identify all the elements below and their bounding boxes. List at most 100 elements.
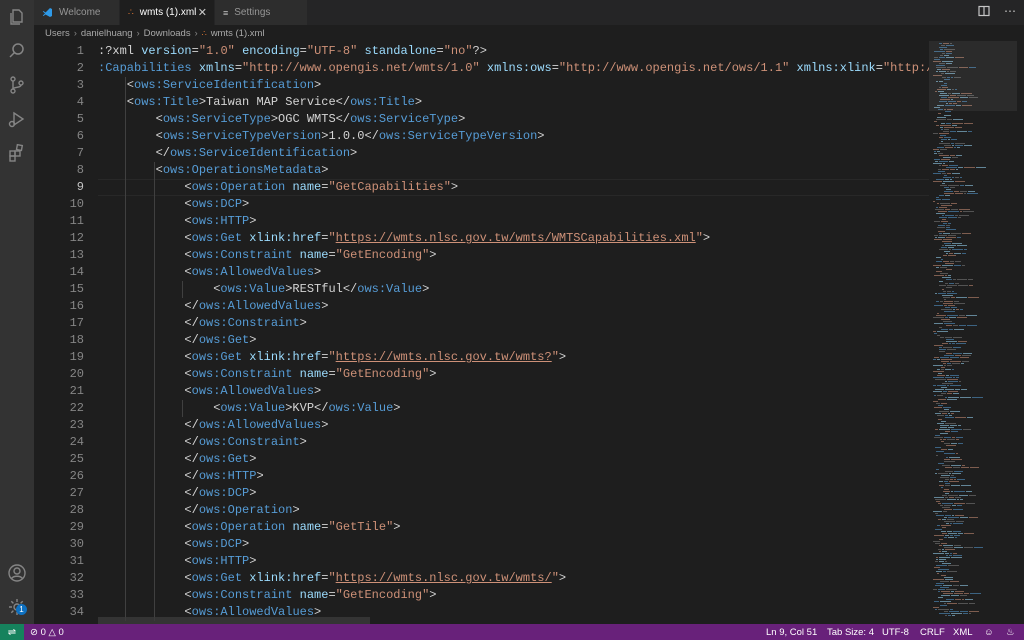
indent-guide — [182, 400, 184, 417]
code-line[interactable]: <ows:HTTP> — [98, 553, 256, 570]
code-line[interactable]: </ows:AllowedValues> — [98, 417, 328, 434]
line-number: 14 — [69, 265, 84, 279]
warning-count: 0 — [58, 626, 64, 638]
code-line[interactable]: <ows:AllowedValues> — [98, 383, 321, 400]
code-line[interactable]: </ows:Get> — [98, 451, 256, 468]
line-number: 27 — [69, 486, 84, 500]
code-line[interactable]: </ows:Operation> — [98, 502, 299, 519]
code-line[interactable]: </ows:ServiceIdentification> — [98, 145, 358, 162]
tab-settings[interactable]: ≡ Settings — [215, 0, 308, 25]
breadcrumb: Users › danielhuang › Downloads › ∴ wmts… — [34, 25, 1024, 41]
code-line[interactable]: </ows:HTTP> — [98, 468, 263, 485]
code-line[interactable]: <ows:OperationsMetadata> — [98, 162, 329, 179]
tab-welcome[interactable]: Welcome — [34, 0, 120, 25]
code-line[interactable]: <ows:Value>KVP</ows:Value> — [98, 400, 400, 417]
run-debug-icon[interactable] — [7, 109, 27, 129]
status-bar: ⇌ ⊘ 0 △ 0 Ln 9, Col 51 Tab Size: 4 UTF-8… — [0, 624, 1024, 640]
rss-icon: ∴ — [201, 28, 207, 38]
line-endings[interactable]: CRLF — [920, 624, 945, 640]
tab-label: Welcome — [59, 7, 101, 18]
code-line[interactable]: <ows:Get xlink:href="https://wmts.nlsc.g… — [98, 570, 566, 587]
activity-bar: 1 — [0, 0, 34, 624]
line-number: 1 — [76, 44, 84, 58]
encoding[interactable]: UTF-8 — [882, 624, 909, 640]
tab-label: Settings — [234, 7, 271, 18]
indent-guide — [182, 281, 184, 298]
line-number: 7 — [76, 146, 84, 160]
line-number: 4 — [76, 95, 84, 109]
line-number: 21 — [69, 384, 84, 398]
search-icon[interactable] — [7, 41, 27, 61]
code-line[interactable]: </ows:AllowedValues> — [98, 298, 328, 315]
code-line[interactable]: </ows:Constraint> — [98, 315, 306, 332]
code-line[interactable]: <ows:AllowedValues> — [98, 264, 321, 281]
code-line[interactable]: <ows:Constraint name="GetEncoding"> — [98, 587, 436, 604]
code-line[interactable]: <ows:Value>RESTful</ows:Value> — [98, 281, 429, 298]
problems-indicator[interactable]: ⊘ 0 △ 0 — [30, 624, 64, 640]
chevron-right-icon: › — [136, 28, 140, 38]
code-line[interactable]: <ows:ServiceTypeVersion>1.0.0</ows:Servi… — [98, 128, 545, 145]
breadcrumb-item[interactable]: Downloads — [144, 28, 191, 39]
code-line[interactable]: <ows:DCP> — [98, 536, 249, 553]
minimap[interactable] — [929, 41, 1017, 624]
notifications-icon[interactable]: ♨ — [1006, 624, 1015, 640]
code-line[interactable]: <ows:DCP> — [98, 196, 249, 213]
line-number: 23 — [69, 418, 84, 432]
code-line[interactable]: :Capabilities xmlns="http://www.opengis.… — [98, 60, 929, 77]
code-line[interactable]: <ows:Get xlink:href="https://wmts.nlsc.g… — [98, 349, 566, 366]
line-number: 25 — [69, 452, 84, 466]
code-line[interactable]: <ows:ServiceType>OGC WMTS</ows:ServiceTy… — [98, 111, 466, 128]
more-actions-icon[interactable]: ⋯ — [1004, 5, 1016, 17]
code-line[interactable]: </ows:Get> — [98, 332, 256, 349]
chevron-right-icon: › — [73, 28, 77, 38]
code-line[interactable]: <ows:Constraint name="GetEncoding"> — [98, 366, 436, 383]
line-number: 9 — [76, 180, 84, 194]
error-icon: ⊘ — [30, 626, 38, 638]
indentation[interactable]: Tab Size: 4 — [827, 624, 874, 640]
feedback-icon[interactable]: ☺ — [984, 624, 994, 640]
line-number: 13 — [69, 248, 84, 262]
vscode-logo-icon — [42, 8, 52, 17]
code-line[interactable]: </ows:DCP> — [98, 485, 256, 502]
line-number: 26 — [69, 469, 84, 483]
breadcrumb-item[interactable]: Users — [45, 28, 70, 39]
chevron-right-icon: › — [194, 28, 198, 38]
extensions-icon[interactable] — [7, 143, 27, 163]
code-line[interactable]: <ows:Operation name="GetTile"> — [98, 519, 400, 536]
line-number: 3 — [76, 78, 84, 92]
line-number: 11 — [69, 214, 84, 228]
vertical-scrollbar[interactable] — [1017, 41, 1024, 624]
code-line[interactable]: <ows:Constraint name="GetEncoding"> — [98, 247, 436, 264]
horizontal-scrollbar[interactable] — [98, 617, 370, 624]
code-line[interactable]: <ows:Title>Taiwan MAP Service</ows:Title… — [98, 94, 422, 111]
indent-guide — [124, 77, 126, 621]
error-count: 0 — [40, 626, 46, 638]
explorer-icon[interactable] — [7, 7, 27, 27]
line-number: 12 — [69, 231, 84, 245]
code-line[interactable]: </ows:Constraint> — [98, 434, 306, 451]
line-number: 20 — [69, 367, 84, 381]
line-number: 6 — [76, 129, 84, 143]
code-line[interactable]: <ows:ServiceIdentification> — [98, 77, 321, 94]
split-editor-icon[interactable] — [978, 5, 990, 17]
accounts-icon[interactable] — [7, 563, 27, 583]
source-control-icon[interactable] — [7, 75, 27, 95]
line-number: 17 — [69, 316, 84, 330]
line-number: 29 — [69, 520, 84, 534]
close-icon[interactable]: ✕ — [198, 6, 207, 19]
breadcrumb-item[interactable]: wmts (1).xml — [211, 28, 265, 39]
line-number: 31 — [69, 554, 84, 568]
cursor-position[interactable]: Ln 9, Col 51 — [766, 624, 817, 640]
breadcrumb-item[interactable]: danielhuang — [81, 28, 133, 39]
tab-wmts-xml[interactable]: ∴ wmts (1).xml ✕ — [120, 0, 215, 25]
code-line[interactable]: <ows:HTTP> — [98, 213, 256, 230]
code-line[interactable]: <ows:Operation name="GetCapabilities"> — [98, 179, 458, 196]
line-number: 5 — [76, 112, 84, 126]
line-number: 33 — [69, 588, 84, 602]
remote-indicator-icon[interactable]: ⇌ — [0, 624, 24, 640]
language-mode[interactable]: XML — [953, 624, 973, 640]
line-number: 2 — [76, 61, 84, 75]
code-editor[interactable]: 1 2 3 4 5 6 7 8 9 10 11 12 13 14 15 16 17 18 19 20 21 22 23 24 2… — [34, 41, 929, 624]
code-line[interactable]: <ows:Get xlink:href="https://wmts.nlsc.g… — [98, 230, 710, 247]
code-line[interactable]: :?xml version="1.0" encoding="UTF-8" sta… — [98, 43, 487, 60]
